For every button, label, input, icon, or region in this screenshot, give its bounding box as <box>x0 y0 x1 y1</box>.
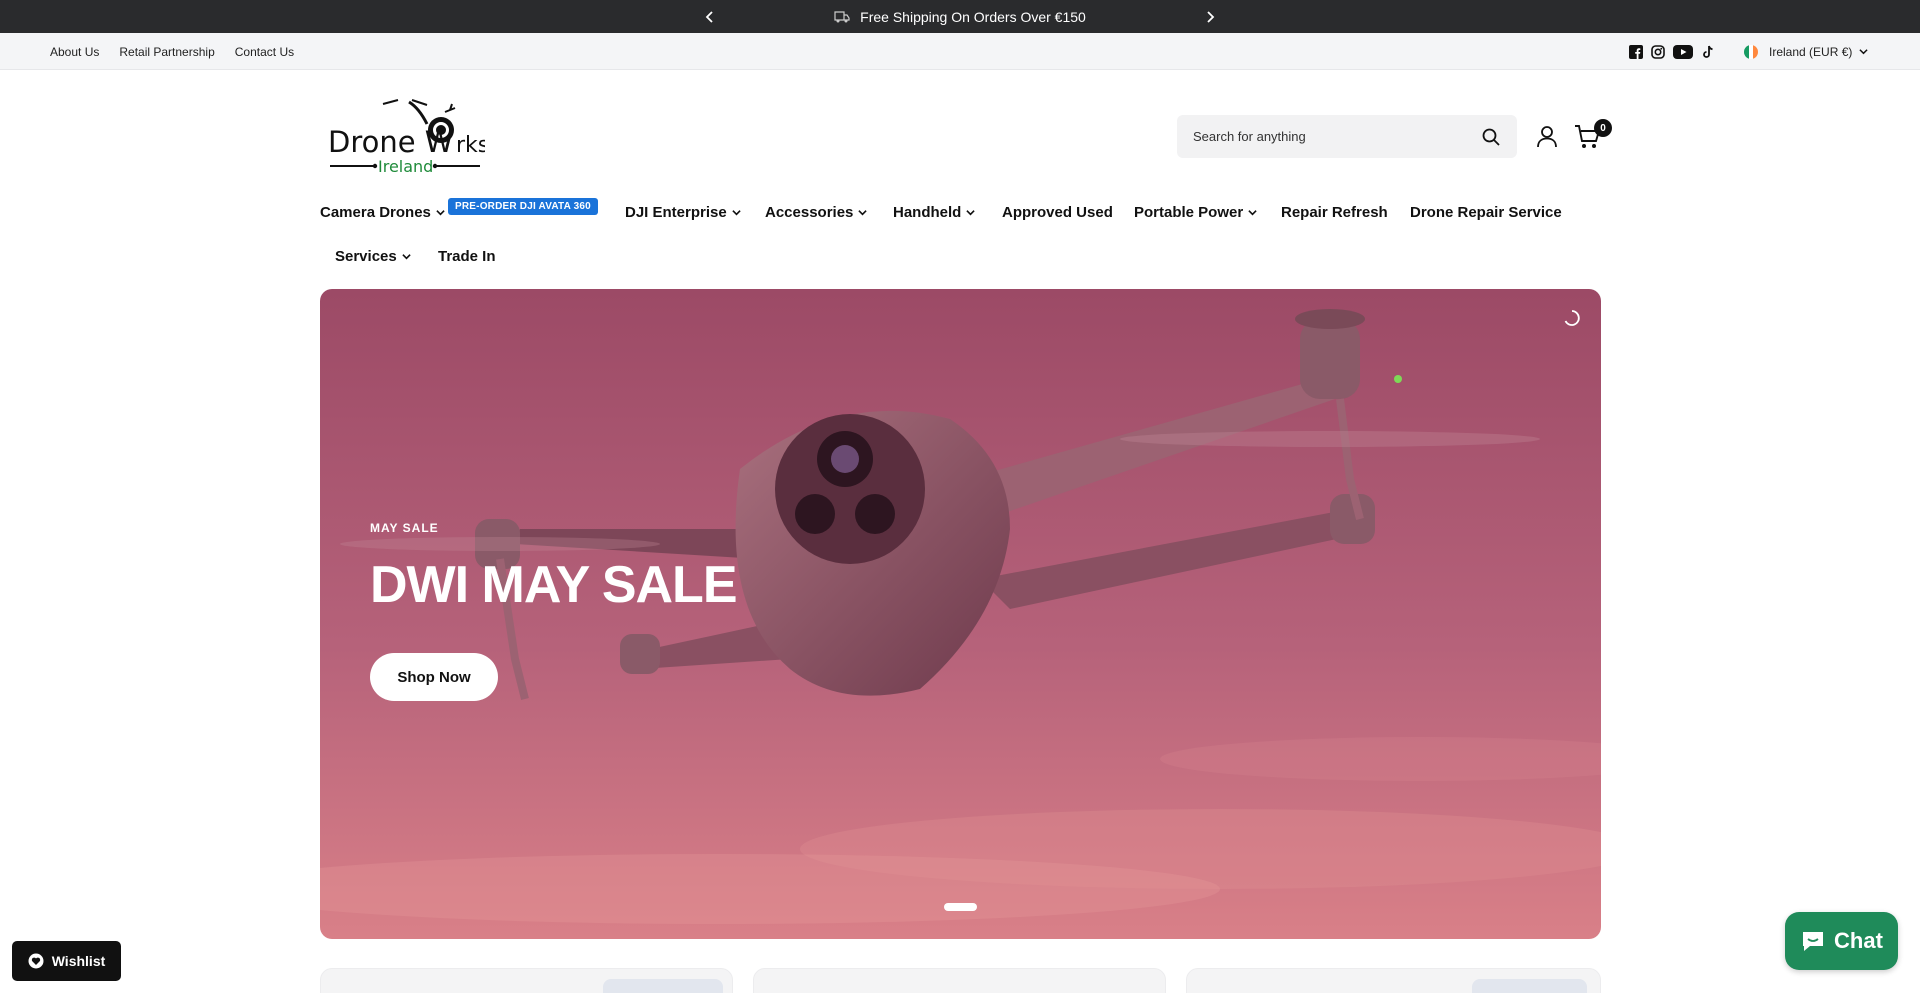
chevron-down-icon <box>1859 49 1868 55</box>
utility-links: About Us Retail Partnership Contact Us <box>50 33 294 70</box>
nav-services-label: Services <box>335 247 397 265</box>
hero-slideshow: MAY SALE DWI MAY SALE Shop Now <box>320 289 1601 939</box>
chat-button[interactable]: Chat <box>1785 912 1898 970</box>
youtube-icon[interactable] <box>1673 44 1693 59</box>
search-input[interactable] <box>1193 129 1481 144</box>
nav-dji-enterprise-label: DJI Enterprise <box>625 203 727 221</box>
heart-icon <box>28 953 44 969</box>
nav-approved-used-label: Approved Used <box>1002 203 1113 221</box>
search-bar <box>1177 115 1517 158</box>
social-links <box>1629 33 1715 70</box>
nav-services[interactable]: Services <box>335 248 411 265</box>
chevron-down-icon <box>436 209 445 215</box>
nav-trade-in[interactable]: Trade In <box>438 248 496 265</box>
nav-camera-drones[interactable]: Camera Drones <box>320 204 445 221</box>
collection-card[interactable] <box>320 968 733 993</box>
chevron-left-icon <box>705 11 713 23</box>
nav-drone-repair-service[interactable]: Drone Repair Service <box>1410 204 1562 221</box>
announcement-message: Free Shipping On Orders Over €150 <box>0 0 1920 33</box>
nav-trade-in-label: Trade In <box>438 247 496 265</box>
nav-camera-drones-label: Camera Drones <box>320 203 431 221</box>
announcement-prev-button[interactable] <box>700 7 720 27</box>
wishlist-button[interactable]: Wishlist <box>12 941 121 981</box>
wishlist-label: Wishlist <box>51 953 106 969</box>
account-icon[interactable] <box>1535 124 1559 148</box>
retail-partnership-link[interactable]: Retail Partnership <box>119 45 214 59</box>
chat-label: Chat <box>1834 928 1883 953</box>
collection-card[interactable] <box>753 968 1166 993</box>
ireland-flag-icon <box>1744 44 1758 59</box>
facebook-icon[interactable] <box>1629 44 1643 59</box>
search-icon[interactable] <box>1481 127 1501 147</box>
announcement-text: Free Shipping On Orders Over €150 <box>860 8 1086 25</box>
collection-card[interactable] <box>1186 968 1601 993</box>
slideshow-dot-active[interactable] <box>944 903 977 911</box>
announcement-next-button[interactable] <box>1200 7 1220 27</box>
drone-works-logo[interactable]: Drone W rks Ireland <box>325 96 489 176</box>
chevron-down-icon <box>966 209 976 215</box>
nav-repair-refresh-label: Repair Refresh <box>1281 203 1388 221</box>
about-us-link[interactable]: About Us <box>50 45 99 59</box>
chevron-right-icon <box>1207 11 1215 23</box>
instagram-icon[interactable] <box>1651 44 1665 59</box>
nav-repair-refresh[interactable]: Repair Refresh <box>1281 204 1388 221</box>
nav-accessories[interactable]: Accessories <box>765 203 868 221</box>
chevron-down-icon <box>732 209 741 215</box>
chevron-down-icon <box>402 253 411 259</box>
chat-bubble-icon <box>1803 932 1824 951</box>
locale-label: Ireland (EUR €) <box>1769 44 1853 59</box>
announcement-bar: Free Shipping On Orders Over €150 <box>0 0 1920 33</box>
pre-order-badge[interactable]: PRE-ORDER DJI AVATA 360 <box>448 198 598 215</box>
nav-portable-power-label: Portable Power <box>1134 203 1244 221</box>
shop-now-button[interactable]: Shop Now <box>370 653 498 701</box>
locale-selector[interactable]: Ireland (EUR €) <box>1744 33 1868 70</box>
nav-handheld-label: Handheld <box>893 203 962 221</box>
nav-portable-power[interactable]: Portable Power <box>1134 204 1257 221</box>
nav-drone-repair-service-label: Drone Repair Service <box>1410 203 1562 221</box>
nav-dji-enterprise[interactable]: DJI Enterprise <box>625 204 741 221</box>
logo-subtitle: Ireland <box>378 157 433 176</box>
nav-handheld[interactable]: Handheld <box>893 203 976 221</box>
hero-title: DWI MAY SALE <box>370 556 737 614</box>
logo-wordmark-end: rks <box>456 133 485 158</box>
chevron-down-icon <box>1248 209 1257 215</box>
contact-us-link[interactable]: Contact Us <box>235 45 294 59</box>
nav-accessories-label: Accessories <box>765 203 854 221</box>
collection-card-image <box>603 979 723 993</box>
collection-card-image <box>1472 979 1587 993</box>
loading-spinner-icon <box>1563 309 1581 327</box>
cart-count-badge: 0 <box>1594 119 1612 137</box>
truck-icon <box>834 10 850 22</box>
logo-wordmark: Drone W <box>328 125 453 159</box>
chevron-down-icon <box>858 209 868 215</box>
utility-bar: About Us Retail Partnership Contact Us I… <box>0 33 1920 70</box>
hero-eyebrow: MAY SALE <box>370 521 439 535</box>
tiktok-icon[interactable] <box>1701 45 1715 59</box>
main-navigation: Camera Drones PRE-ORDER DJI AVATA 360 DJ… <box>320 197 1610 271</box>
nav-approved-used[interactable]: Approved Used <box>1002 204 1113 221</box>
